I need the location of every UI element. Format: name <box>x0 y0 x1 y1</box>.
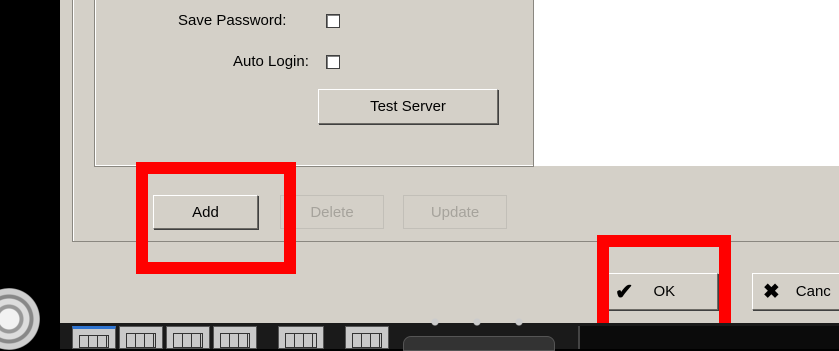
layout-4x4-button[interactable] <box>213 326 257 349</box>
server-details-group <box>94 0 534 167</box>
test-server-button[interactable]: Test Server <box>318 89 498 124</box>
x-icon: ✖ <box>763 281 780 303</box>
auto-login-label: Auto Login: <box>233 53 309 70</box>
layout-1x1-button[interactable] <box>72 326 116 349</box>
control-dots <box>414 318 554 326</box>
server-list-panel[interactable] <box>534 0 839 166</box>
layout-2x2-button[interactable] <box>119 326 163 349</box>
layout-3x3-button[interactable] <box>166 326 210 349</box>
status-panel <box>578 326 839 349</box>
cancel-button[interactable]: ✖ Canc <box>752 273 839 310</box>
update-button[interactable]: Update <box>403 195 507 229</box>
cancel-label: Canc <box>795 283 831 300</box>
layout-6x6-button[interactable] <box>345 326 389 349</box>
save-password-checkbox[interactable] <box>326 14 340 28</box>
auto-login-checkbox[interactable] <box>326 55 340 69</box>
save-password-label: Save Password: <box>178 12 287 29</box>
highlight-box-add <box>136 162 296 274</box>
layout-5x5-button[interactable] <box>278 326 324 349</box>
